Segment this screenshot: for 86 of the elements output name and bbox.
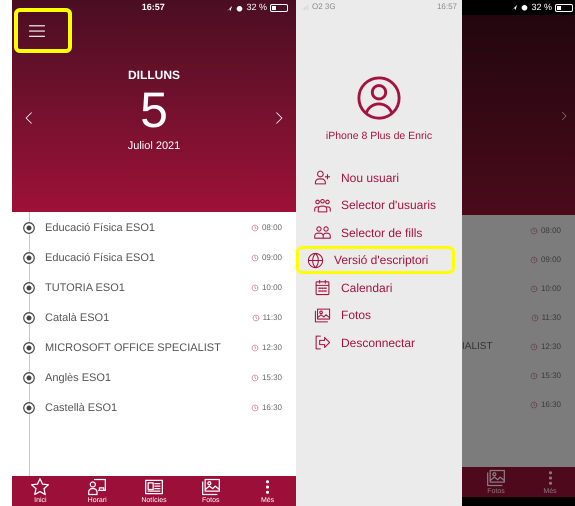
clock-icon bbox=[530, 284, 538, 292]
clock-icon bbox=[250, 284, 259, 292]
more-icon bbox=[266, 480, 270, 494]
location-arrow-icon bbox=[226, 4, 234, 12]
drawer-menu-item[interactable]: Calendari bbox=[303, 274, 455, 302]
weekday: DILLUNS bbox=[128, 67, 180, 84]
event-title: Català ESO1 bbox=[45, 310, 110, 326]
user-name: iPhone 8 Plus de Enric bbox=[326, 129, 432, 144]
calendar-icon bbox=[313, 279, 332, 296]
clock-icon bbox=[530, 226, 538, 234]
event-row[interactable]: Anglès ESO1 15:30 bbox=[12, 363, 296, 393]
logout-icon bbox=[313, 334, 332, 351]
event-row[interactable]: Castellà ESO1 16:30 bbox=[12, 393, 296, 423]
add-user-icon bbox=[313, 169, 332, 186]
event-title: TUTORIA ESO1 bbox=[45, 280, 126, 296]
battery-icon bbox=[555, 4, 573, 12]
battery-icon bbox=[270, 4, 288, 12]
clock-icon bbox=[250, 404, 259, 412]
clock-icon bbox=[250, 224, 259, 232]
event-title: Educació Física ESO1 bbox=[45, 220, 156, 236]
newspaper-icon bbox=[142, 477, 165, 497]
users-icon bbox=[313, 196, 332, 214]
event-time: 16:30 bbox=[262, 402, 282, 414]
clock-icon bbox=[250, 374, 259, 382]
month-year: Juliol 2021 bbox=[128, 139, 180, 154]
clock-icon bbox=[530, 342, 538, 350]
event-time: 10:00 bbox=[262, 282, 282, 294]
drawer-menu-item[interactable]: Fotos bbox=[303, 301, 455, 329]
drawer-menu-item[interactable]: Desconnectar bbox=[303, 328, 455, 356]
clock-icon bbox=[252, 314, 260, 322]
menu-button[interactable] bbox=[14, 8, 72, 53]
more-icon bbox=[548, 471, 552, 485]
avatar-icon bbox=[356, 75, 402, 121]
event-time: 12:30 bbox=[262, 342, 282, 354]
clock-icon bbox=[250, 344, 259, 352]
globe-icon bbox=[306, 252, 325, 268]
event-time: 16:30 bbox=[540, 398, 561, 410]
event-time: 10:00 bbox=[540, 282, 561, 294]
event-row[interactable]: Educació Física ESO1 09:00 bbox=[12, 243, 296, 273]
drawer-menu-item[interactable]: Selector d'usuaris bbox=[303, 191, 455, 219]
status-time: 16:57 bbox=[436, 1, 457, 13]
two-users-icon bbox=[313, 224, 332, 241]
day-number: 5 bbox=[140, 84, 168, 136]
star-icon bbox=[29, 477, 52, 497]
radio-dot-icon bbox=[22, 281, 36, 295]
radio-dot-icon bbox=[22, 221, 36, 235]
clock-icon bbox=[250, 254, 259, 262]
event-time: 15:30 bbox=[262, 372, 282, 384]
carrier-name: O2 3G bbox=[312, 1, 336, 13]
photos-icon bbox=[200, 477, 222, 497]
clock-icon bbox=[530, 400, 538, 408]
event-title: Anglès ESO1 bbox=[45, 370, 112, 386]
event-row[interactable]: TUTORIA ESO1 10:00 bbox=[12, 273, 296, 303]
clock-icon bbox=[530, 314, 539, 322]
photos-icon bbox=[485, 468, 507, 488]
radio-dot-icon bbox=[22, 251, 36, 265]
event-time: 08:00 bbox=[262, 222, 282, 234]
event-time: 15:30 bbox=[540, 370, 561, 382]
event-time: 09:00 bbox=[262, 252, 282, 264]
event-title: Castellà ESO1 bbox=[45, 400, 118, 416]
event-time: 12:30 bbox=[540, 340, 561, 352]
status-time: 16:57 bbox=[142, 1, 165, 14]
event-row[interactable]: MICROSOFT OFFICE SPECIALIST 12:30 bbox=[12, 333, 296, 363]
battery-percentage: 32 % bbox=[531, 0, 552, 14]
radio-dot-icon bbox=[22, 371, 36, 385]
event-time: 08:00 bbox=[540, 224, 561, 236]
event-row[interactable]: Català ESO1 11:30 bbox=[12, 303, 296, 333]
radio-dot-icon bbox=[22, 311, 36, 325]
radio-dot-icon bbox=[22, 401, 36, 415]
event-title: MICROSOFT OFFICE SPECIALIST bbox=[45, 340, 222, 356]
drawer-menu-item[interactable]: Versió d'escriptori bbox=[296, 246, 455, 274]
location-arrow-icon bbox=[511, 4, 518, 11]
radio-dot-icon bbox=[22, 341, 36, 355]
clock-icon bbox=[530, 256, 538, 264]
clock-icon bbox=[530, 372, 538, 380]
event-time: 09:00 bbox=[540, 254, 561, 266]
event-time: 11:30 bbox=[542, 312, 561, 324]
battery-percentage: 32 % bbox=[246, 1, 267, 14]
event-title: Educació Física ESO1 bbox=[45, 250, 156, 266]
drawer-menu-item[interactable]: Nou usuari bbox=[303, 164, 455, 192]
photos-icon bbox=[313, 306, 332, 324]
event-title-fragment: IALIST bbox=[462, 340, 493, 354]
drawer-menu-item[interactable]: Selector de fills bbox=[303, 218, 455, 246]
event-time: 11:30 bbox=[262, 312, 282, 324]
event-row[interactable]: Educació Física ESO1 08:00 bbox=[12, 213, 296, 243]
person-board-icon bbox=[86, 477, 108, 497]
